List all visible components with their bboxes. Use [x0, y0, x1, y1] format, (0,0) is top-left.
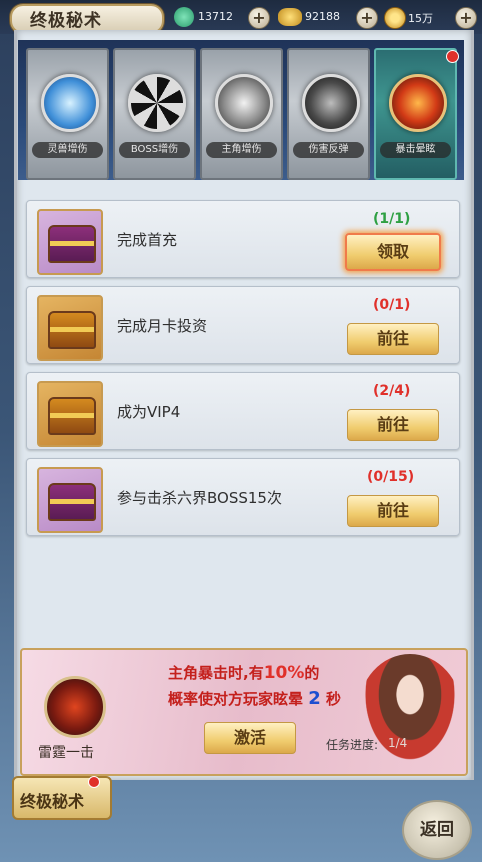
- task-name: 参与击杀六界BOSS15次: [117, 489, 282, 507]
- add-jade-button[interactable]: +: [248, 7, 270, 29]
- skill-card-3[interactable]: 伤害反弹: [287, 48, 370, 180]
- crystal-icon: [41, 74, 99, 132]
- chest-icon: [48, 397, 96, 435]
- notification-dot: [88, 776, 100, 788]
- activate-button[interactable]: 激活: [204, 722, 296, 754]
- jade-amount: 13712: [198, 10, 233, 23]
- fire-demon-icon: [44, 676, 106, 738]
- task-progress-label: 任务进度:: [326, 738, 379, 752]
- task-progress: (0/1): [373, 297, 411, 313]
- skill-description-line2: 概率使对方玩家眩晕 2 秒: [168, 688, 342, 709]
- goto-button[interactable]: 前往: [347, 323, 439, 355]
- ox-demon-icon: [215, 74, 273, 132]
- task-progress-value: 1/4: [388, 736, 408, 750]
- add-ingot-button[interactable]: +: [356, 7, 378, 29]
- task-row: 参与击杀六界BOSS15次 (0/15) 前往: [26, 458, 460, 536]
- skill-card-0[interactable]: 灵兽增伤: [26, 48, 109, 180]
- skill-label: 主角增伤: [206, 142, 277, 158]
- reward-box[interactable]: [37, 381, 103, 447]
- gold-ingot-icon: [278, 8, 302, 26]
- notification-dot: [446, 50, 459, 63]
- task-name: 完成月卡投资: [117, 317, 208, 335]
- reward-box[interactable]: [37, 295, 103, 361]
- skill-detail-banner: 雷霆一击 主角暴击时,有10%的 概率使对方玩家眩晕 2 秒 激活 任务进度: …: [20, 648, 468, 776]
- skill-label: 暴击晕眩: [380, 142, 451, 158]
- task-row: 完成月卡投资 (0/1) 前往: [26, 286, 460, 364]
- skill-card-2[interactable]: 主角增伤: [200, 48, 283, 180]
- reward-box[interactable]: [37, 209, 103, 275]
- skill-card-1[interactable]: BOSS增伤: [113, 48, 196, 180]
- coin-amount: 15万: [408, 12, 433, 25]
- gold-coin-icon: [384, 7, 406, 29]
- page-title: 终极秘术: [30, 11, 102, 31]
- skill-description-line1: 主角暴击时,有10%的: [168, 663, 320, 683]
- skill-card-4[interactable]: 暴击晕眩: [374, 48, 457, 180]
- goto-button[interactable]: 前往: [347, 409, 439, 441]
- beast-mask-icon: [302, 74, 360, 132]
- task-progress: (1/1): [373, 211, 411, 227]
- chest-icon: [48, 483, 96, 521]
- vortex-icon: [128, 74, 186, 132]
- chest-icon: [48, 225, 96, 263]
- claim-button[interactable]: 领取: [345, 233, 441, 271]
- chest-icon: [48, 311, 96, 349]
- skill-label: 灵兽增伤: [32, 142, 103, 158]
- ingot-amount: 92188: [305, 10, 340, 23]
- jade-coin-icon: [174, 7, 194, 27]
- skill-label: 伤害反弹: [293, 142, 364, 158]
- goto-button[interactable]: 前往: [347, 495, 439, 527]
- skill-name: 雷霆一击: [38, 745, 94, 761]
- reward-box[interactable]: [37, 467, 103, 533]
- task-progress: (2/4): [373, 383, 411, 399]
- skill-label: BOSS增伤: [119, 142, 190, 158]
- add-coin-button[interactable]: +: [455, 7, 477, 29]
- task-row: 完成首充 (1/1) 领取: [26, 200, 460, 278]
- task-row: 成为VIP4 (2/4) 前往: [26, 372, 460, 450]
- tab-label: 终极秘术: [20, 792, 85, 811]
- task-name: 成为VIP4: [117, 403, 181, 421]
- back-button[interactable]: 返回: [402, 800, 472, 860]
- task-progress: (0/15): [367, 469, 415, 485]
- task-name: 完成首充: [117, 231, 178, 249]
- fire-demon-icon: [389, 74, 447, 132]
